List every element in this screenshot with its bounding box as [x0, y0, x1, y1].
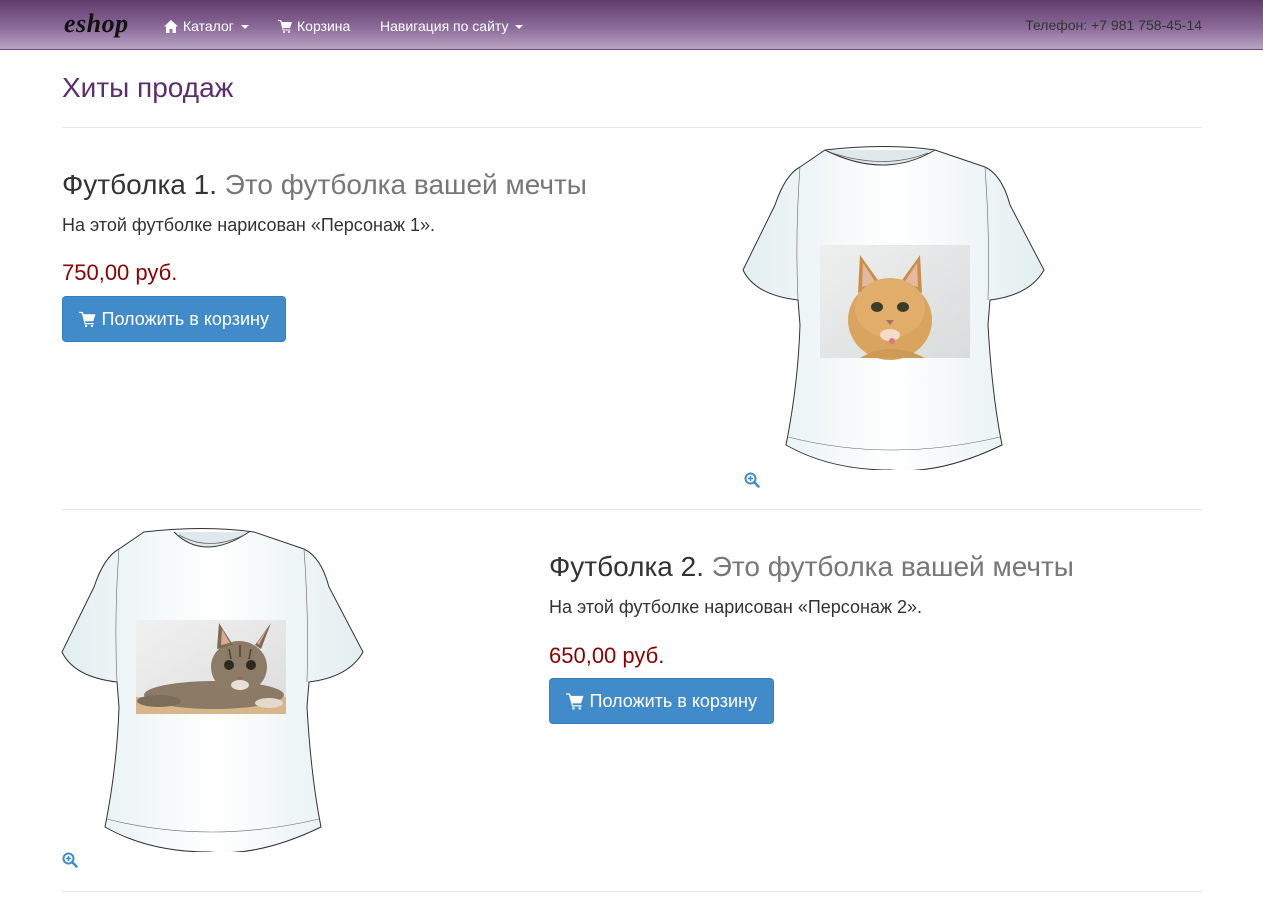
tshirt-image	[61, 528, 364, 854]
brand-logo[interactable]: eshop	[64, 9, 129, 39]
add-to-cart-label: Положить в корзину	[101, 308, 270, 329]
top-navbar: eshop Каталог Корзина Навигация по сайту…	[0, 0, 1263, 50]
caret-down-icon	[240, 24, 249, 29]
cart-icon	[79, 311, 96, 327]
product-price: 750,00 руб.	[62, 260, 178, 285]
product-description: На этой футболке нарисован «Персонаж 2».	[549, 597, 923, 617]
nav-cart-label: Корзина	[297, 18, 351, 34]
product-description: На этой футболке нарисован «Персонаж 1».	[62, 215, 436, 235]
product-name: Футболка 1.	[62, 169, 218, 200]
nav-catalog-dropdown[interactable]: Каталог	[164, 16, 249, 36]
nav-cart-link[interactable]: Корзина	[278, 16, 350, 36]
product-title: Футболка 1. Это футболка вашей мечты	[62, 169, 587, 201]
home-icon	[164, 19, 178, 33]
product-image[interactable]	[59, 527, 369, 868]
tshirt-image	[742, 146, 1045, 472]
divider	[62, 127, 1202, 128]
nav-site-navigation-label: Навигация по сайту	[380, 18, 509, 34]
nav-catalog-label: Каталог	[183, 18, 234, 34]
page-title: Хиты продаж	[62, 72, 234, 103]
nav-site-navigation-dropdown[interactable]: Навигация по сайту	[380, 16, 524, 36]
product-tagline: Это футболка вашей мечты	[711, 551, 1074, 582]
caret-down-icon	[515, 24, 524, 29]
divider	[62, 891, 1202, 892]
add-to-cart-label: Положить в корзину	[589, 690, 758, 711]
zoom-in-icon[interactable]	[62, 852, 78, 868]
product-name: Футболка 2.	[549, 551, 705, 582]
divider	[62, 509, 1202, 510]
product-image[interactable]	[740, 145, 1050, 488]
cart-icon	[278, 19, 292, 33]
product-title: Футболка 2. Это футболка вашей мечты	[549, 551, 1074, 583]
product-tagline: Это футболка вашей мечты	[224, 169, 587, 200]
add-to-cart-button[interactable]: Положить в корзину	[62, 296, 286, 342]
phone-number: Телефон: +7 981 758-45-14	[1025, 17, 1202, 33]
add-to-cart-button[interactable]: Положить в корзину	[549, 678, 774, 724]
product-price: 650,00 руб.	[549, 643, 665, 668]
cart-icon	[566, 692, 584, 710]
zoom-in-icon[interactable]	[744, 472, 760, 488]
